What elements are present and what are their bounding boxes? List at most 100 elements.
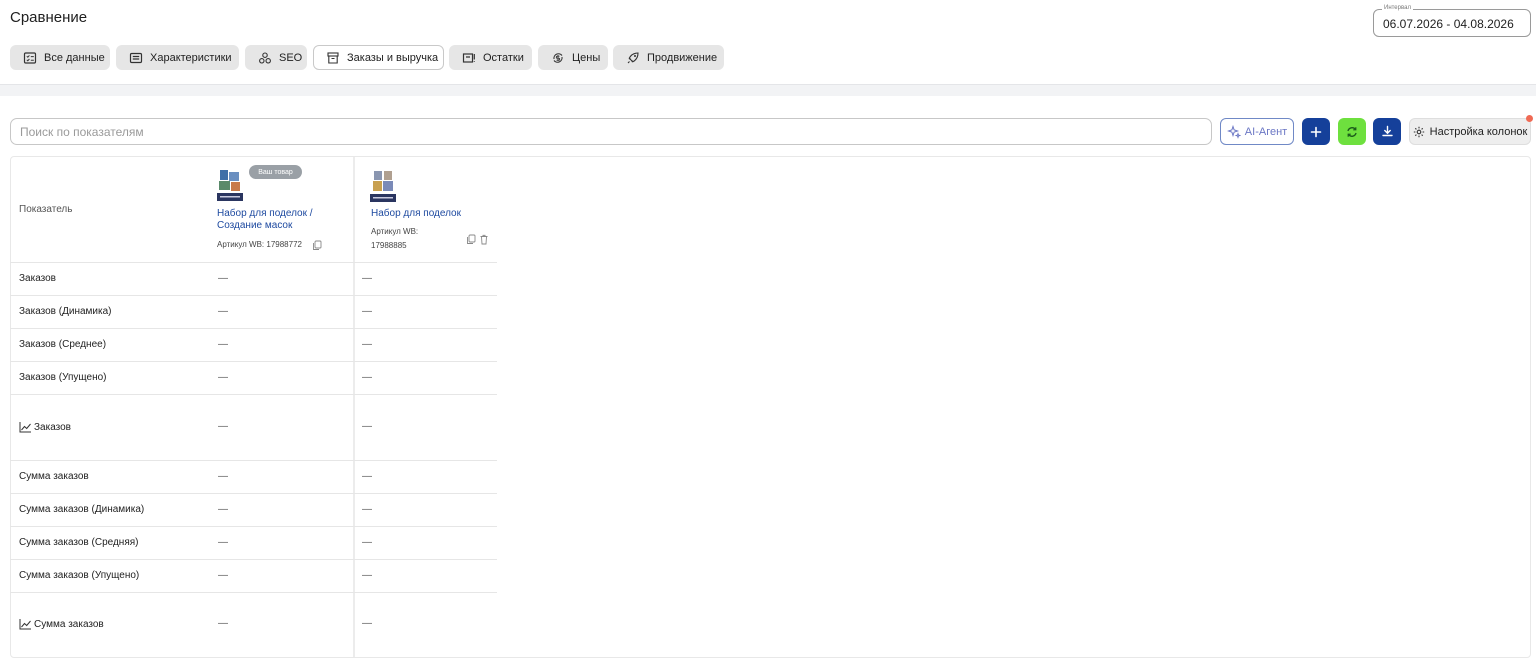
tab-orders-revenue[interactable]: Заказы и выручка <box>313 45 444 70</box>
notification-dot <box>1526 115 1533 122</box>
row-divider <box>10 493 497 494</box>
add-product-button[interactable] <box>1302 118 1330 145</box>
tab-label: Все данные <box>44 51 105 64</box>
your-product-badge: Ваш товар <box>249 165 302 179</box>
table-row-label: Сумма заказов <box>19 471 89 482</box>
table-row-label: Сумма заказов (Средняя) <box>19 537 139 548</box>
tab-label: Цены <box>572 51 601 64</box>
plus-icon <box>1310 126 1322 137</box>
tab-characteristics[interactable]: Характеристики <box>116 45 239 70</box>
tab-label: Характеристики <box>150 51 232 64</box>
line-chart-icon <box>19 619 31 630</box>
cell-product-2: — <box>362 503 372 515</box>
tab-label: Продвижение <box>647 51 718 64</box>
cell-product-1: — <box>218 569 228 581</box>
cell-product-2: — <box>362 421 372 432</box>
cell-product-2: — <box>362 618 372 629</box>
box-icon <box>327 51 339 64</box>
row-divider <box>10 262 497 263</box>
interval-value: 06.07.2026 - 04.08.2026 <box>1383 17 1514 31</box>
tab-seo[interactable]: SEO <box>245 45 307 70</box>
coin-icon <box>553 52 563 63</box>
row-divider <box>10 526 497 527</box>
row-label-text: Заказов (Среднее) <box>19 338 107 350</box>
table-row-label: Сумма заказов (Упущено) <box>19 570 139 581</box>
cell-product-1: — <box>218 421 228 432</box>
cell-product-2: — <box>362 272 372 284</box>
product-2-article: Артикул WB: 17988885 <box>371 225 418 253</box>
tab-promotion[interactable]: Продвижение <box>613 45 724 70</box>
search-input[interactable] <box>10 118 1212 145</box>
cell-product-2: — <box>362 536 372 548</box>
cell-product-1: — <box>218 536 228 548</box>
row-label-text: Заказов (Упущено) <box>19 371 107 383</box>
copy-icon[interactable] <box>466 234 476 245</box>
product-2-name[interactable]: Набор для поделок <box>371 208 461 220</box>
tab-prices[interactable]: Цены <box>538 45 608 70</box>
column-header-indicator: Показатель <box>19 204 73 215</box>
ai-agent-label: AI-Агент <box>1244 125 1288 138</box>
stock-icon <box>462 52 475 63</box>
row-divider <box>10 361 497 362</box>
download-icon <box>1381 125 1393 137</box>
interval-label: Интервал <box>1382 5 1413 11</box>
card-icon <box>129 52 143 63</box>
interval-picker[interactable]: Интервал 06.07.2026 - 04.08.2026 <box>1373 5 1531 37</box>
row-label-text: Сумма заказов <box>19 470 89 482</box>
column-settings-label: Настройка колонок <box>1429 125 1528 138</box>
download-button[interactable] <box>1373 118 1401 145</box>
delete-icon[interactable] <box>479 234 489 245</box>
column-settings-button[interactable]: Настройка колонок <box>1409 118 1531 145</box>
cell-product-2: — <box>362 371 372 383</box>
table-row-label: Заказов (Динамика) <box>19 306 112 317</box>
ai-agent-button[interactable]: AI-Агент <box>1220 118 1294 145</box>
row-label-text: Заказов <box>19 272 56 284</box>
refresh-icon <box>1347 126 1357 137</box>
product-2-article-line1: Артикул WB: <box>371 227 419 236</box>
row-divider <box>10 559 497 560</box>
row-label-text: Заказов (Динамика) <box>19 305 112 317</box>
cell-product-2: — <box>362 338 372 350</box>
copy-icon[interactable] <box>312 240 322 251</box>
line-chart-icon <box>19 422 31 433</box>
table-row-label: Сумма заказов <box>19 618 104 630</box>
row-label-text: Сумма заказов (Упущено) <box>19 569 140 581</box>
row-divider <box>10 328 497 329</box>
product-2-article-line2: 17988885 <box>371 241 407 250</box>
cell-product-1: — <box>218 272 228 284</box>
row-divider <box>10 460 497 461</box>
row-label-text: Сумма заказов <box>34 618 104 630</box>
tab-stock[interactable]: Остатки <box>449 45 532 70</box>
row-divider <box>10 394 497 395</box>
page-header: Сравнение Интервал 06.07.2026 - 04.08.20… <box>0 0 1536 84</box>
product-1-article: Артикул WB: 17988772 <box>217 240 302 249</box>
product-1-image[interactable] <box>217 168 243 201</box>
product-1-name[interactable]: Набор для поделок / Создание масок <box>217 208 313 232</box>
table-row-label: Заказов <box>19 421 71 433</box>
row-label-text: Сумма заказов (Средняя) <box>19 536 139 548</box>
row-divider <box>10 295 497 296</box>
refresh-button[interactable] <box>1338 118 1366 145</box>
sparkle-icon <box>1226 124 1241 139</box>
row-divider <box>10 592 497 593</box>
tab-all-data[interactable]: Все данные <box>10 45 110 70</box>
table-row-label: Сумма заказов (Динамика) <box>19 504 144 515</box>
row-label-text: Заказов <box>34 421 71 433</box>
row-label-text: Сумма заказов (Динамика) <box>19 503 145 515</box>
cell-product-1: — <box>218 305 228 317</box>
product-1-name-line1: Набор для поделок / <box>217 208 313 219</box>
cell-product-1: — <box>218 618 228 629</box>
cell-product-2: — <box>362 305 372 317</box>
tab-label: Заказы и выручка <box>347 51 439 64</box>
gear-icon <box>1413 126 1424 137</box>
cell-product-1: — <box>218 371 228 383</box>
table-row-label: Заказов <box>19 273 56 284</box>
table-row-label: Заказов (Среднее) <box>19 339 106 350</box>
cell-product-1: — <box>218 470 228 482</box>
section-divider <box>0 84 1536 96</box>
page-title: Сравнение <box>10 9 88 26</box>
seo-icon <box>259 51 271 64</box>
tab-label: Остатки <box>483 51 524 64</box>
product-2-image[interactable] <box>370 169 396 202</box>
cell-product-2: — <box>362 569 372 581</box>
